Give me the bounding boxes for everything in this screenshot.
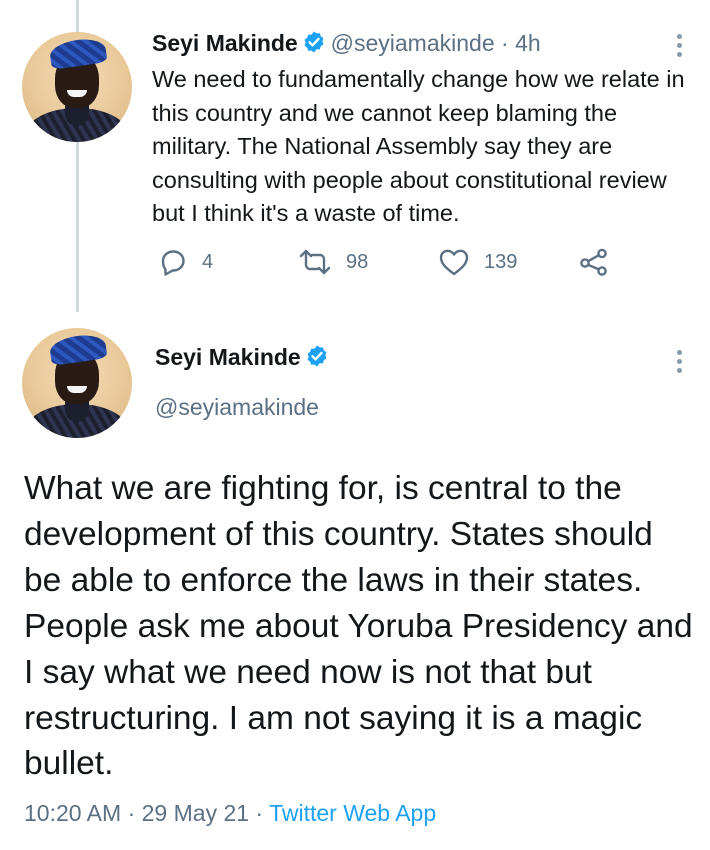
header-separator: · (494, 30, 516, 56)
tweet-time[interactable]: 4h (515, 30, 541, 56)
tweet-2-text: What we are fighting for, is central to … (24, 470, 693, 783)
retweet-icon (298, 247, 332, 277)
tweet-1-header: Seyi Makinde @seyiamakinde · 4h (152, 30, 541, 59)
author-name[interactable]: Seyi Makinde (152, 30, 298, 56)
reply-icon (158, 247, 188, 277)
more-vertical-icon[interactable] (674, 34, 684, 61)
retweet-button[interactable]: 98 (298, 247, 368, 277)
verified-badge-icon (305, 344, 329, 373)
meta-separator: · (121, 800, 142, 826)
like-button[interactable]: 139 (438, 247, 517, 277)
author-handle[interactable]: @seyiamakinde (155, 394, 319, 421)
author-handle[interactable]: @seyiamakinde (331, 30, 495, 56)
avatar[interactable] (22, 32, 132, 142)
meta-separator: · (249, 800, 270, 826)
tweet-time[interactable]: 10:20 AM (24, 800, 121, 826)
like-icon (438, 247, 470, 277)
tweet-date[interactable]: 29 May 21 (142, 800, 249, 826)
like-count: 139 (484, 250, 518, 273)
author-name[interactable]: Seyi Makinde (155, 344, 301, 370)
share-button[interactable] (578, 247, 610, 277)
share-icon (578, 247, 610, 277)
reply-button[interactable]: 4 (158, 247, 213, 277)
source-app-link[interactable]: Twitter Web App (269, 800, 436, 826)
tweet-2-author: Seyi Makinde (155, 344, 329, 373)
avatar[interactable] (22, 328, 132, 438)
tweet-2-meta: 10:20 AM · 29 May 21 · Twitter Web App (24, 800, 436, 827)
verified-badge-icon (302, 30, 326, 59)
tweet-1-actions: 4 98 139 (152, 247, 622, 287)
more-vertical-icon[interactable] (674, 350, 684, 377)
reply-count: 4 (202, 250, 214, 273)
tweet-1-text: We need to fundamentally change how we r… (152, 66, 685, 226)
retweet-count: 98 (346, 250, 369, 273)
